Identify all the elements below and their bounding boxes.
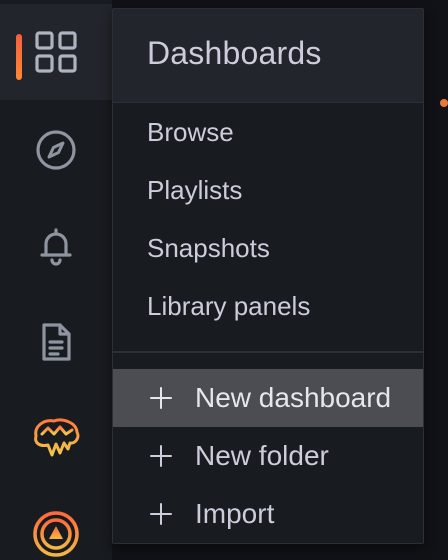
active-indicator — [16, 34, 22, 80]
menu-item-library-panels[interactable]: Library panels — [113, 277, 423, 335]
document-icon — [42, 323, 71, 361]
action-label: Import — [195, 498, 275, 529]
nav-item-alerting[interactable] — [0, 198, 112, 294]
background-accent-dot — [440, 99, 448, 107]
brain-plugin-icon — [34, 418, 80, 457]
plus-icon — [150, 503, 172, 525]
compass-icon — [36, 130, 76, 170]
menu-title[interactable]: Dashboards — [147, 35, 322, 72]
app-root: Dashboards Browse Playlists Snapshots Li… — [0, 0, 448, 560]
apps-grid-icon — [35, 31, 77, 73]
oncall-plugin-icon — [33, 511, 79, 557]
action-label: New folder — [195, 440, 329, 471]
menu-item-playlists[interactable]: Playlists — [113, 161, 423, 219]
nav-item-dashboards[interactable] — [0, 4, 112, 100]
menu-item-snapshots[interactable]: Snapshots — [113, 219, 423, 277]
nav-item-reports[interactable] — [0, 294, 112, 390]
menu-header[interactable]: Dashboards — [113, 9, 423, 103]
menu-item-label: Browse — [147, 116, 234, 147]
menu-item-label: Playlists — [147, 174, 243, 205]
new-dashboard-button[interactable]: New dashboard — [113, 369, 423, 427]
nav-item-explore[interactable] — [0, 102, 112, 198]
plus-icon — [150, 387, 172, 409]
nav-item-ml[interactable] — [0, 390, 112, 486]
plus-icon — [150, 445, 172, 467]
new-folder-button[interactable]: New folder — [113, 427, 423, 485]
import-button[interactable]: Import — [113, 485, 423, 543]
menu-divider — [113, 351, 423, 353]
nav-item-oncall[interactable] — [0, 486, 112, 560]
dashboards-flyout-menu: Dashboards Browse Playlists Snapshots Li… — [112, 8, 424, 544]
menu-item-browse[interactable]: Browse — [113, 103, 423, 161]
menu-item-label: Snapshots — [147, 232, 270, 263]
side-nav-rail — [0, 0, 112, 560]
action-label: New dashboard — [195, 382, 392, 413]
bell-icon — [40, 228, 72, 266]
menu-item-label: Library panels — [147, 290, 311, 321]
